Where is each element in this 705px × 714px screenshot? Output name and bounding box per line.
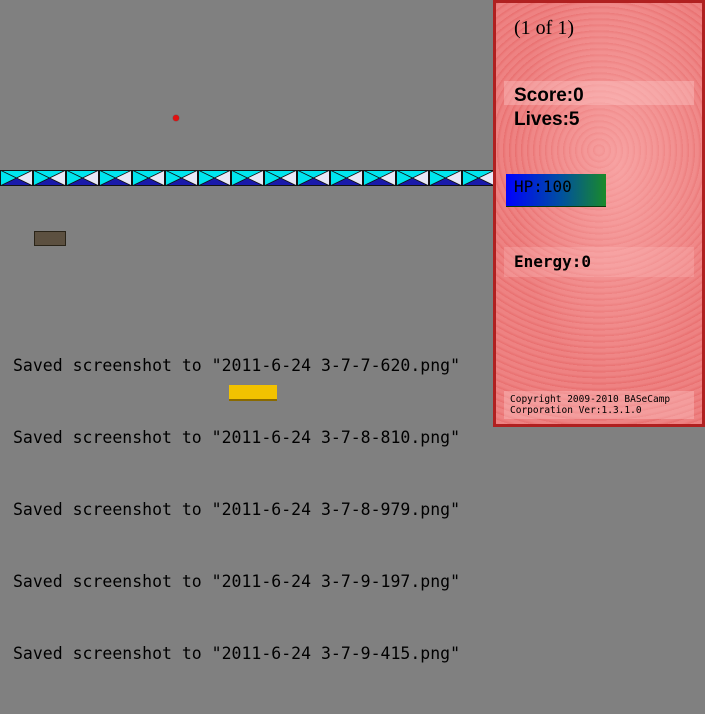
brick <box>66 170 99 186</box>
brick <box>132 170 165 186</box>
brick <box>363 170 396 186</box>
brick <box>231 170 264 186</box>
brick-row <box>0 170 495 186</box>
lives-label: Lives:5 <box>514 109 580 130</box>
brick <box>165 170 198 186</box>
log-line: Saved screenshot to "2011-6-24 3-7-9-415… <box>13 644 461 663</box>
energy-label: Energy:0 <box>514 252 592 271</box>
log-line: Saved screenshot to "2011-6-24 3-7-8-810… <box>13 428 461 447</box>
brick <box>198 170 231 186</box>
brick <box>99 170 132 186</box>
copyright-text: Copyright 2009-2010 BASeCamp Corporation… <box>510 394 671 416</box>
brick <box>33 170 66 186</box>
brick <box>0 170 33 186</box>
message-log: Saved screenshot to "2011-6-24 3-7-7-620… <box>13 306 460 714</box>
page-indicator: (1 of 1) <box>514 17 574 39</box>
brick <box>330 170 363 186</box>
paddle[interactable] <box>34 231 66 246</box>
brick <box>264 170 297 186</box>
game-playfield[interactable]: Saved screenshot to "2011-6-24 3-7-7-620… <box>0 0 495 663</box>
brick <box>396 170 429 186</box>
ball <box>173 115 179 121</box>
log-line: Saved screenshot to "2011-6-24 3-7-9-197… <box>13 572 461 591</box>
status-sidebar: (1 of 1) Score:0 Lives:5 HP:100 Energy:0… <box>493 0 705 427</box>
log-line: Saved screenshot to "2011-6-24 3-7-7-620… <box>13 356 461 375</box>
score-label: Score:0 <box>514 85 584 106</box>
brick <box>462 170 495 186</box>
brick <box>297 170 330 186</box>
hp-label: HP:100 <box>514 177 572 196</box>
log-line: Saved screenshot to "2011-6-24 3-7-8-979… <box>13 500 461 519</box>
brick <box>429 170 462 186</box>
